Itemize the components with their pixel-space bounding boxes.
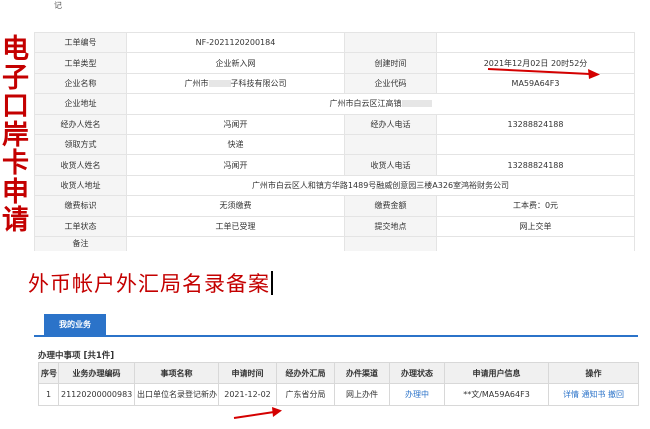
form-label: 领取方式: [34, 133, 127, 156]
form-value: 网上交单: [436, 215, 635, 237]
form-row: 备注: [34, 235, 635, 251]
column-header: 经办外汇局: [276, 362, 335, 384]
vertical-title-char: 口: [2, 91, 29, 122]
subtitle-text: 外币帐户外汇局名录备案: [28, 272, 270, 296]
column-header: 业务办理编码: [58, 362, 135, 384]
details-link[interactable]: 详情: [563, 390, 579, 399]
form-label: [344, 31, 437, 54]
red-arrow-annotation: [233, 407, 282, 419]
form-value: 工单已受理: [126, 215, 345, 237]
form-label: 收货人姓名: [34, 154, 127, 176]
form-label: 备注: [34, 235, 127, 251]
company-name-part: 子科技有限公司: [230, 78, 287, 88]
form-value: 13288824188: [436, 113, 635, 135]
redaction-blur: [401, 100, 432, 108]
form-label: [344, 235, 437, 251]
form-value: [126, 235, 345, 251]
work-order-form: 工单编号 NF-2021120200184 工单类型 企业新入网 创建时间 20…: [34, 31, 635, 251]
vertical-title-char: 电: [2, 34, 29, 65]
form-value: [436, 235, 635, 251]
form-value: 工本费：0元: [436, 195, 635, 217]
form-label: 企业名称: [34, 72, 127, 95]
form-label: 收货人电话: [344, 154, 437, 176]
tab-my-business[interactable]: 我的业务: [44, 314, 106, 335]
form-value: 13288824188: [436, 154, 635, 176]
red-arrow-annotation: [487, 68, 600, 79]
column-header: 事项名称: [134, 362, 219, 384]
company-name-part: 广州市: [184, 78, 209, 88]
pending-items-table: 序号 业务办理编码 事项名称 申请时间 经办外汇局 办件渠道 办理状态 申请用户…: [38, 362, 639, 406]
form-row: 工单状态 工单已受理 提交地点 网上交单: [34, 215, 635, 237]
row-actions: 详情 通知书 撤回: [548, 383, 639, 406]
vertical-title: 电 子 口 岸 卡 申 请: [2, 34, 29, 236]
form-label: 缴费金额: [344, 195, 437, 217]
form-label: 创建时间: [344, 52, 437, 74]
column-header: 办理状态: [389, 362, 445, 384]
apply-date: 2021-12-02: [218, 383, 277, 406]
item-name: 出口单位名录登记新办: [134, 383, 219, 406]
form-label: 工单状态: [34, 215, 127, 237]
form-row: 缴费标识 无须缴费 缴费金额 工本费：0元: [34, 195, 635, 217]
channel: 网上办件: [334, 383, 390, 406]
tab-bar: 我的业务: [34, 314, 638, 337]
form-label: 工单编号: [34, 31, 127, 54]
notice-link[interactable]: 通知书: [582, 390, 606, 399]
subtitle-heading: 外币帐户外汇局名录备案: [28, 268, 273, 298]
business-code: 21120200000983: [58, 383, 135, 406]
vertical-title-char: 子: [2, 62, 29, 94]
redaction-blur: [208, 79, 231, 87]
vertical-title-char: 请: [2, 205, 29, 236]
form-row: 工单编号 NF-2021120200184: [34, 31, 635, 54]
form-row: 收货人地址 广州市白云区人和镇方华路1489号融威创意园三楼A326室鸿裕财务公…: [34, 174, 635, 197]
status: 办理中: [389, 383, 445, 406]
vertical-title-char: 岸: [2, 119, 29, 151]
form-label: 企业地址: [34, 93, 127, 115]
form-value: 广州市白云区江高镇: [126, 93, 635, 115]
form-label: [344, 133, 437, 156]
row-number: 1: [38, 383, 59, 406]
form-row: 收货人姓名 冯闻开 收货人电话 13288824188: [34, 154, 635, 176]
column-header: 序号: [38, 362, 59, 384]
form-row: 企业地址 广州市白云区江高镇: [34, 93, 635, 115]
form-label: 收货人地址: [34, 174, 127, 197]
form-label: 提交地点: [344, 215, 437, 237]
form-value: 冯闻开: [126, 154, 345, 176]
withdraw-link[interactable]: 撤回: [608, 390, 624, 399]
form-value: NF-2021120200184: [126, 31, 345, 54]
vertical-title-char: 卡: [2, 148, 29, 179]
vertical-title-char: 申: [2, 176, 29, 208]
form-label: 经办人电话: [344, 113, 437, 135]
form-row: 领取方式 快递: [34, 133, 635, 156]
form-label: 工单类型: [34, 52, 127, 74]
form-row: 经办人姓名 冯闻开 经办人电话 13288824188: [34, 113, 635, 135]
form-label: 缴费标识: [34, 195, 127, 217]
form-value: 企业新入网: [126, 52, 345, 74]
text-cursor: [271, 271, 273, 295]
form-label: 企业代码: [344, 72, 437, 95]
section-title: 办理中事项 [共1件]: [38, 351, 115, 361]
form-value: 广州市白云区人和镇方华路1489号融威创意园三楼A326室鸿裕财务公司: [126, 174, 635, 197]
form-value: [436, 31, 635, 54]
column-header: 操作: [548, 362, 639, 384]
form-value: 快递: [126, 133, 345, 156]
form-value: [436, 133, 635, 156]
form-label: 经办人姓名: [34, 113, 127, 135]
table-header-row: 序号 业务办理编码 事项名称 申请时间 经办外汇局 办件渠道 办理状态 申请用户…: [38, 362, 639, 384]
form-value: 冯闻开: [126, 113, 345, 135]
column-header: 申请时间: [218, 362, 277, 384]
column-header: 办件渠道: [334, 362, 390, 384]
column-header: 申请用户信息: [444, 362, 549, 384]
form-value: 无须缴费: [126, 195, 345, 217]
form-value: 广州市 子科技有限公司: [126, 72, 345, 95]
table-row: 1 21120200000983 出口单位名录登记新办 2021-12-02 广…: [38, 383, 639, 406]
handling-bureau: 广东省分局: [276, 383, 335, 406]
address-text: 广州市白云区江高镇: [329, 99, 402, 109]
applicant-info: **文/MA59A64F3: [444, 383, 549, 406]
page-fragment-title: 记: [54, 1, 62, 10]
